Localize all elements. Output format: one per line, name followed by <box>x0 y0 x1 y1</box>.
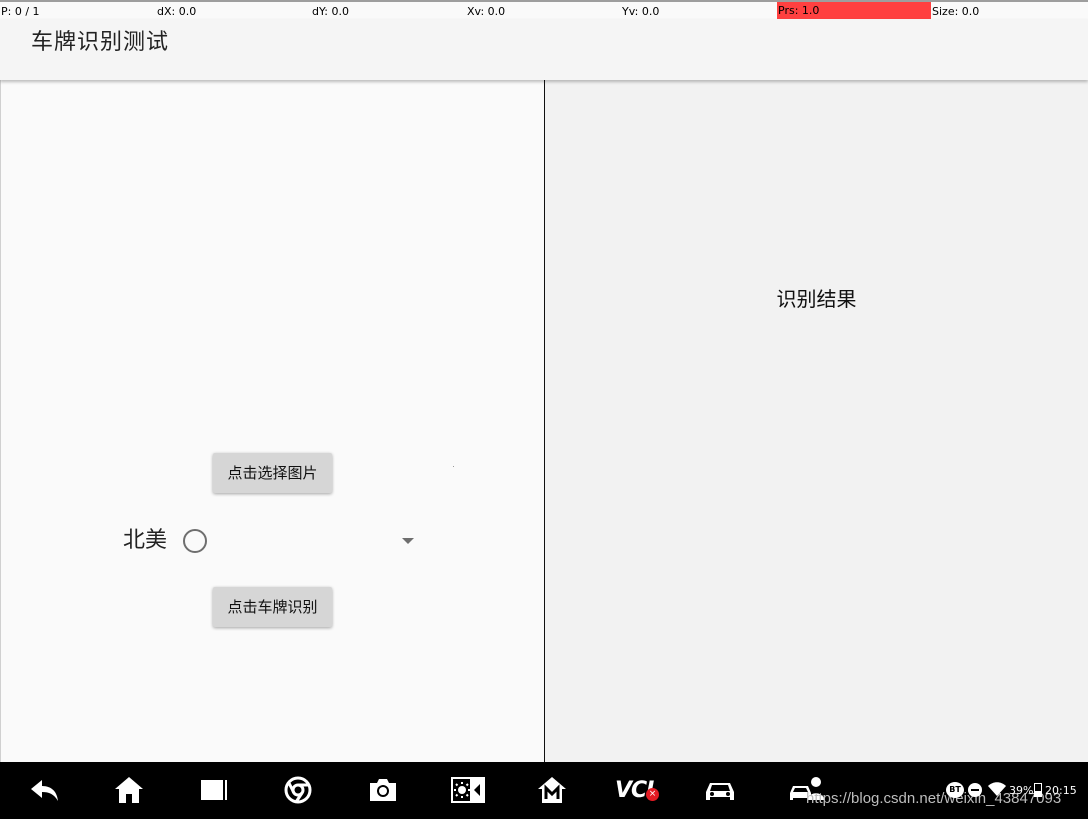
app-bar: 车牌识别测试 <box>0 19 1088 80</box>
pointer-count: P: 0 / 1 <box>1 5 40 18</box>
clock: 20:15 <box>1045 784 1077 797</box>
vci-error-badge: × <box>646 788 659 801</box>
pointer-size: Size: 0.0 <box>932 5 980 18</box>
pointer-yv: Yv: 0.0 <box>622 5 660 18</box>
pointer-pressure: Prs: 1.0 <box>777 2 931 19</box>
recognition-result: 识别结果 <box>776 287 857 311</box>
browser-icon[interactable] <box>282 774 314 806</box>
camera-icon[interactable] <box>367 774 399 806</box>
select-image-button[interactable]: 点击选择图片 <box>213 453 332 493</box>
car-icon[interactable] <box>703 774 737 806</box>
recent-apps-icon[interactable] <box>198 774 230 806</box>
brightness-icon[interactable] <box>451 774 485 806</box>
bluetooth-icon: BT <box>946 782 964 798</box>
region-radio[interactable] <box>183 529 207 553</box>
pointer-dx: dX: 0.0 <box>157 5 197 18</box>
wifi-icon <box>987 780 1007 801</box>
app-title: 车牌识别测试 <box>31 30 170 55</box>
back-icon[interactable] <box>28 774 60 806</box>
pointer-location-bar: P: 0 / 1 dX: 0.0 dY: 0.0 Xv: 0.0 Yv: 0.0… <box>0 0 1088 19</box>
battery-percent: 39% <box>1009 784 1034 797</box>
right-pane: 识别结果 <box>545 80 1088 762</box>
battery-icon <box>1034 783 1042 797</box>
recognize-plate-button[interactable]: 点击车牌识别 <box>213 587 332 627</box>
pointer-xv: Xv: 0.0 <box>467 5 506 18</box>
home-icon[interactable] <box>113 774 145 806</box>
region-spinner[interactable] <box>213 526 419 556</box>
dropdown-arrow-icon[interactable] <box>402 538 414 544</box>
navigation-bar: VCI × https://blog.csdn.net/weixin_43847… <box>0 762 1088 819</box>
dot-artifact <box>453 466 454 467</box>
left-pane: 点击选择图片 北美 点击车牌识别 <box>0 80 544 762</box>
m-home-icon[interactable] <box>536 774 568 806</box>
do-not-disturb-icon <box>968 783 982 797</box>
pointer-dy: dY: 0.0 <box>312 5 349 18</box>
region-label: 北美 <box>123 528 168 553</box>
screen: P: 0 / 1 dX: 0.0 dY: 0.0 Xv: 0.0 Yv: 0.0… <box>0 0 1088 819</box>
